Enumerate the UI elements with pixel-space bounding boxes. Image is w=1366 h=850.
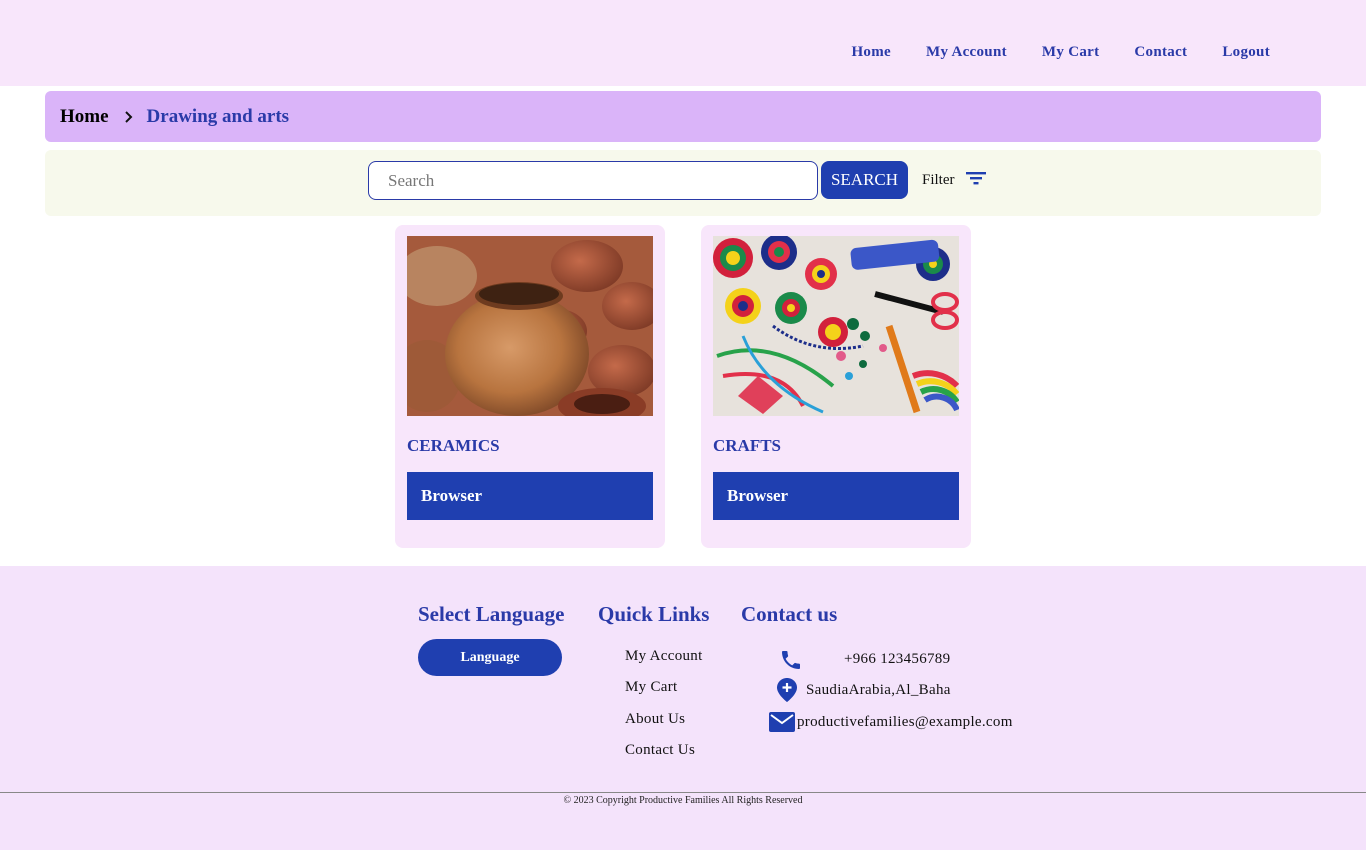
contact-us-heading: Contact us (741, 602, 838, 626)
crafts-image (713, 236, 959, 416)
breadcrumb-current: Drawing and arts (146, 105, 290, 127)
ceramics-image (407, 236, 653, 416)
chevron-right-icon (119, 108, 137, 126)
breadcrumb-home-link[interactable]: Home (60, 106, 109, 128)
search-bar: SEARCH Filter (45, 150, 1321, 216)
language-button[interactable]: Language (418, 639, 562, 676)
browse-crafts-button[interactable]: Browser (713, 472, 959, 520)
search-button[interactable]: SEARCH (821, 161, 908, 199)
breadcrumb: Home Drawing and arts (45, 91, 1321, 142)
filter-button[interactable]: Filter (922, 170, 987, 191)
contact-location: SaudiaArabia,Al_Baha (806, 682, 951, 698)
nav-home-link[interactable]: Home (851, 44, 891, 61)
quick-link-my-cart[interactable]: My Cart (625, 679, 678, 696)
select-language-heading: Select Language (418, 602, 565, 626)
card-title: CERAMICS (407, 436, 500, 455)
footer-divider (0, 792, 1366, 793)
contact-email[interactable]: productivefamilies@example.com (797, 714, 1013, 731)
filter-icon (965, 170, 987, 191)
contact-phone: +966 123456789 (844, 651, 951, 667)
category-card-ceramics: CERAMICS Browser (395, 225, 665, 548)
nav-contact-link[interactable]: Contact (1134, 44, 1187, 61)
category-card-crafts: CRAFTS Browser (701, 225, 971, 548)
nav-logout-link[interactable]: Logout (1222, 44, 1270, 61)
card-title: CRAFTS (713, 436, 782, 455)
quick-link-my-account[interactable]: My Account (625, 648, 703, 665)
footer: Select Language Language Quick Links My … (0, 566, 1366, 850)
location-add-icon (776, 677, 798, 708)
quick-links-heading: Quick Links (598, 602, 710, 626)
nav-my-account-link[interactable]: My Account (926, 44, 1007, 61)
top-navbar: Home My Account My Cart Contact Logout (0, 0, 1366, 86)
quick-link-contact-us[interactable]: Contact Us (625, 742, 695, 759)
mail-icon (769, 712, 795, 737)
browse-ceramics-button[interactable]: Browser (407, 472, 653, 520)
search-input[interactable] (368, 161, 818, 200)
nav-my-cart-link[interactable]: My Cart (1042, 44, 1100, 61)
nav-links: Home My Account My Cart Contact Logout (851, 44, 1270, 61)
phone-icon (779, 648, 803, 677)
quick-link-about-us[interactable]: About Us (625, 711, 685, 728)
filter-label: Filter (922, 172, 955, 188)
copyright-text: © 2023 Copyright Productive Families All… (563, 795, 803, 806)
